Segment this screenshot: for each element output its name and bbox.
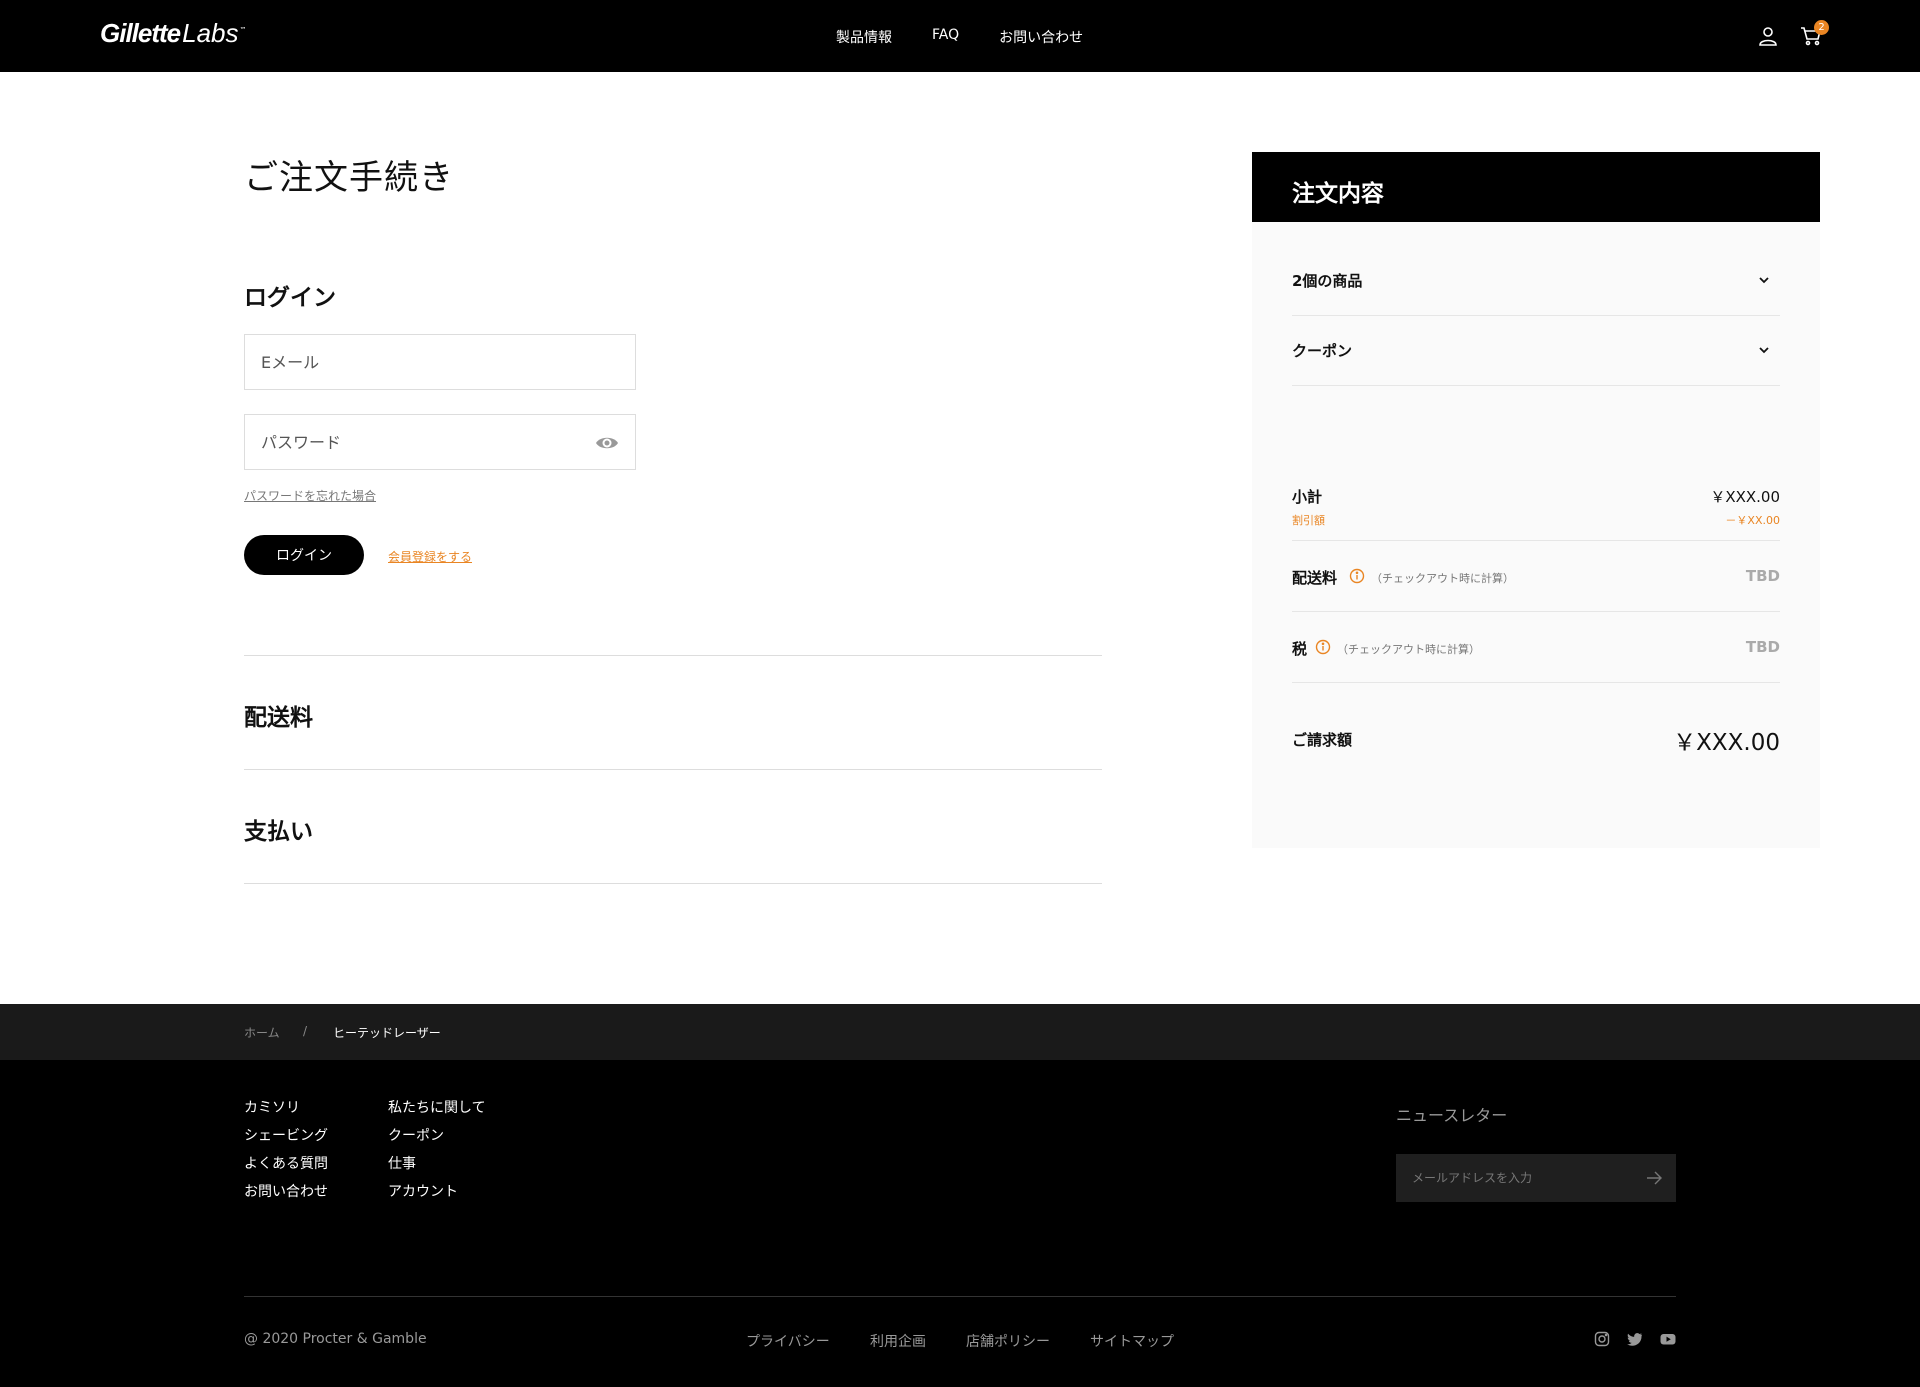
tax-label: 税: [1292, 640, 1308, 658]
twitter-icon[interactable]: [1627, 1331, 1643, 1347]
page-title: ご注文手続き: [244, 158, 454, 198]
order-summary-header: 注文内容: [1252, 152, 1820, 222]
forgot-password-link[interactable]: パスワードを忘れた場合: [244, 487, 376, 504]
chevron-down-icon: [1759, 347, 1769, 354]
breadcrumb-separator: /: [303, 1024, 308, 1038]
footer-link-coupon[interactable]: クーポン: [388, 1128, 486, 1145]
user-icon[interactable]: [1758, 26, 1778, 46]
nav-products[interactable]: 製品情報: [836, 27, 892, 47]
discount-value: －￥XX.00: [1725, 514, 1780, 527]
subtotal-value: ￥XXX.00: [1710, 488, 1780, 506]
shipping-label: 配送料: [1292, 569, 1338, 587]
footer-link-terms[interactable]: 利用企画: [870, 1331, 926, 1351]
info-icon[interactable]: [1315, 639, 1331, 655]
subtotal-label: 小計: [1292, 488, 1323, 506]
footer-link-shaving[interactable]: シェービング: [244, 1128, 328, 1145]
footer-divider: [244, 1296, 1676, 1297]
footer-link-store-policy[interactable]: 店舗ポリシー: [966, 1331, 1050, 1351]
discount-label: 割引額: [1292, 514, 1325, 527]
divider: [244, 883, 1102, 884]
shipping-value: TBD: [1745, 567, 1780, 585]
coupon-accordion[interactable]: クーポン: [1292, 316, 1780, 386]
total-label: ご請求額: [1292, 731, 1353, 749]
chevron-down-icon: [1759, 277, 1769, 284]
footer-link-faq[interactable]: よくある質問: [244, 1156, 328, 1173]
newsletter-email-input[interactable]: [1396, 1154, 1626, 1202]
password-field-wrapper: [244, 414, 636, 470]
footer-link-razors[interactable]: カミソリ: [244, 1100, 328, 1117]
shipping-note: （チェックアウト時に計算）: [1371, 572, 1514, 585]
order-summary-title: 注文内容: [1292, 181, 1384, 207]
logo-trademark: ™: [239, 26, 247, 34]
info-icon[interactable]: [1349, 568, 1365, 584]
newsletter-form: [1396, 1154, 1676, 1202]
breadcrumb-current: ヒーテッドレーザー: [333, 1026, 441, 1040]
copyright-text: @ 2020 Procter & Gamble: [244, 1331, 427, 1347]
order-summary: 注文内容 2個の商品 クーポン 小計 割引額 ￥XXX.00 －￥XX.00 配…: [1252, 152, 1820, 848]
login-button[interactable]: ログイン: [244, 535, 364, 575]
youtube-icon[interactable]: [1660, 1331, 1676, 1347]
coupon-label: クーポン: [1292, 342, 1353, 360]
items-label: 2個の商品: [1292, 272, 1363, 290]
total-value: ￥XXX.00: [1673, 730, 1780, 756]
payment-heading[interactable]: 支払い: [244, 812, 313, 846]
login-heading: ログイン: [244, 285, 336, 311]
tax-note: （チェックアウト時に計算）: [1337, 643, 1480, 656]
password-field[interactable]: [245, 415, 635, 469]
logo-labs-text: Labs: [182, 18, 239, 48]
cart-count-badge: 2: [1814, 20, 1829, 35]
site-header: Gillette Labs ™ 製品情報 FAQ お問い合わせ 2: [0, 0, 1920, 72]
site-footer: カミソリ シェービング よくある質問 お問い合わせ 私たちに関して クーポン 仕…: [0, 1060, 1920, 1387]
footer-link-account[interactable]: アカウント: [388, 1184, 486, 1201]
breadcrumb-home[interactable]: ホーム: [244, 1024, 280, 1041]
footer-link-about[interactable]: 私たちに関して: [388, 1100, 486, 1117]
divider: [244, 655, 1102, 656]
footer-link-privacy[interactable]: プライバシー: [746, 1331, 830, 1351]
shipping-heading[interactable]: 配送料: [244, 698, 313, 732]
tax-row: 税 （チェックアウト時に計算） TBD: [1292, 612, 1780, 683]
eye-icon[interactable]: [595, 433, 619, 453]
divider: [244, 769, 1102, 770]
breadcrumb: ホーム / ヒーテッドレーザー: [0, 1004, 1920, 1060]
total-row: ご請求額 ￥XXX.00: [1292, 683, 1780, 793]
main-nav: 製品情報 FAQ お問い合わせ: [836, 27, 1083, 47]
arrow-right-icon[interactable]: [1646, 1170, 1662, 1186]
footer-link-contact[interactable]: お問い合わせ: [244, 1184, 328, 1201]
subtotal-row: 小計 割引額 ￥XXX.00 －￥XX.00: [1292, 470, 1780, 541]
nav-faq[interactable]: FAQ: [932, 27, 959, 47]
items-accordion[interactable]: 2個の商品: [1292, 246, 1780, 316]
newsletter-title: ニュースレター: [1396, 1106, 1508, 1125]
nav-contact[interactable]: お問い合わせ: [999, 27, 1083, 47]
logo-gillette-text: Gillette: [100, 18, 181, 48]
shipping-row: 配送料 （チェックアウト時に計算） TBD: [1292, 541, 1780, 612]
email-field[interactable]: [245, 335, 635, 389]
footer-link-sitemap[interactable]: サイトマップ: [1090, 1331, 1174, 1351]
footer-link-careers[interactable]: 仕事: [388, 1156, 486, 1173]
tax-value: TBD: [1745, 638, 1780, 656]
footer-column-1: カミソリ シェービング よくある質問 お問い合わせ: [244, 1100, 328, 1212]
footer-column-2: 私たちに関して クーポン 仕事 アカウント: [388, 1100, 486, 1212]
instagram-icon[interactable]: [1594, 1331, 1610, 1347]
gillette-labs-logo[interactable]: Gillette Labs ™: [100, 18, 247, 54]
register-link[interactable]: 会員登録をする: [388, 548, 472, 565]
email-field-wrapper: [244, 334, 636, 390]
